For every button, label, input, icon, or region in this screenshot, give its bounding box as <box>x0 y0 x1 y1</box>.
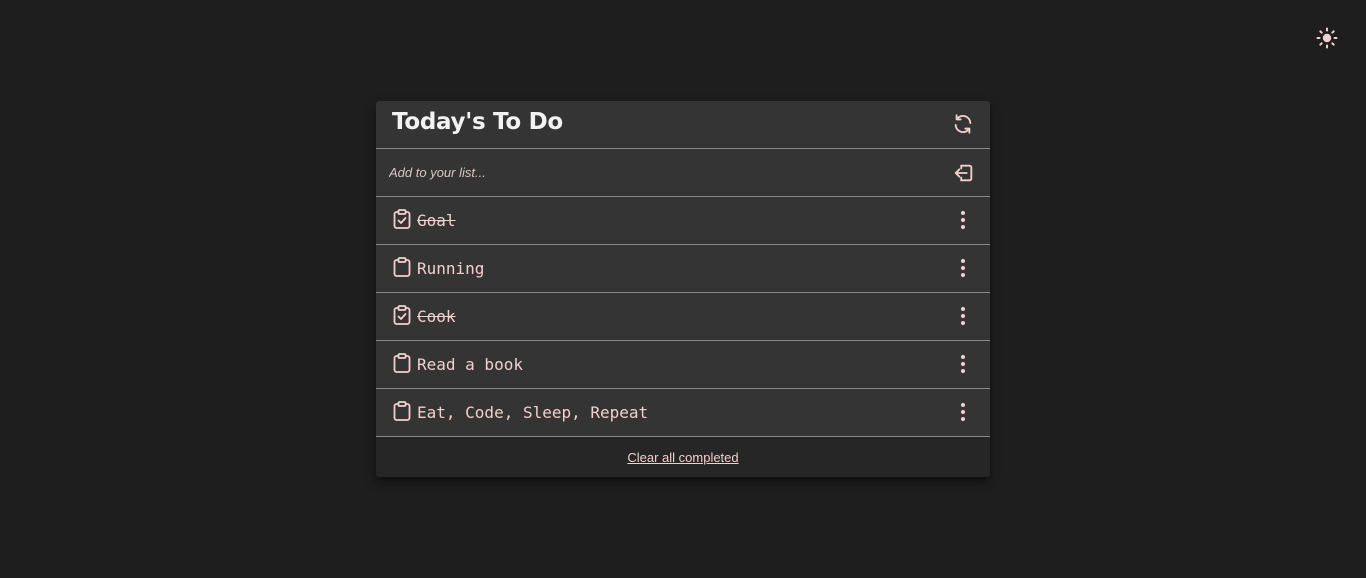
todo-item[interactable]: Running <box>376 245 990 293</box>
clipboard-icon[interactable] <box>393 401 411 421</box>
clipboard-check-icon[interactable] <box>393 305 411 325</box>
enter-icon <box>954 164 973 182</box>
todo-text: Goal <box>417 211 456 230</box>
todo-item[interactable]: Read a book <box>376 341 990 389</box>
todo-item[interactable]: Goal <box>376 197 990 245</box>
theme-toggle-button[interactable] <box>1316 27 1338 49</box>
todo-text: Eat, Code, Sleep, Repeat <box>417 403 649 422</box>
more-options-icon[interactable] <box>956 353 970 375</box>
refresh-button[interactable] <box>952 113 974 135</box>
card-header: Today's To Do <box>376 101 990 149</box>
add-item-input[interactable] <box>376 149 936 196</box>
todo-list: Goal Running Cook Read a book Eat, Code,… <box>376 197 990 437</box>
refresh-icon <box>954 114 972 134</box>
page-title: Today's To Do <box>392 109 563 135</box>
clipboard-icon[interactable] <box>393 353 411 373</box>
add-item-row <box>376 149 990 197</box>
add-item-button[interactable] <box>953 162 975 184</box>
card-footer: Clear all completed <box>376 437 990 477</box>
todo-text: Running <box>417 259 485 278</box>
more-options-icon[interactable] <box>956 209 970 231</box>
more-options-icon[interactable] <box>956 305 970 327</box>
todo-item[interactable]: Cook <box>376 293 990 341</box>
sun-icon <box>1316 27 1338 49</box>
more-options-icon[interactable] <box>956 401 970 423</box>
clipboard-icon[interactable] <box>393 257 411 277</box>
todo-text: Read a book <box>417 355 523 374</box>
todo-item[interactable]: Eat, Code, Sleep, Repeat <box>376 389 990 437</box>
todo-text: Cook <box>417 307 456 326</box>
clipboard-check-icon[interactable] <box>393 209 411 229</box>
more-options-icon[interactable] <box>956 257 970 279</box>
todo-card: Today's To Do Add to your list... Goal R… <box>376 101 990 477</box>
clear-completed-link[interactable]: Clear all completed <box>627 450 738 465</box>
